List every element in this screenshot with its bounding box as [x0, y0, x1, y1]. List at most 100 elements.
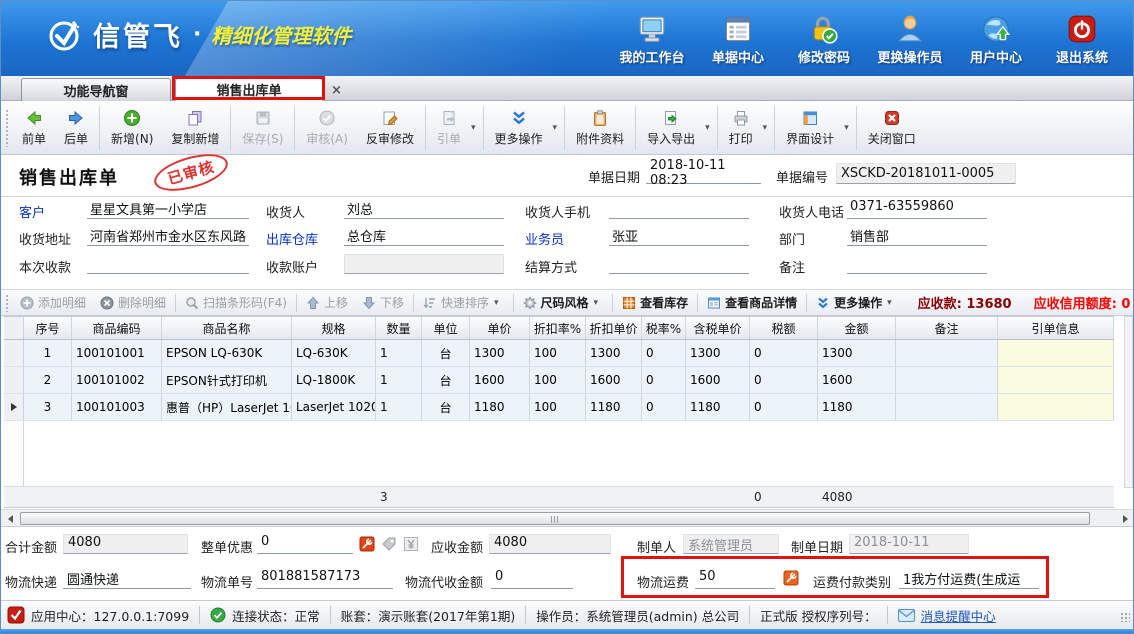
- scroll-left-arrow[interactable]: [2, 511, 19, 526]
- scan-barcode-button[interactable]: 扫描条形码(F4): [178, 290, 294, 315]
- address-label: 收货地址: [19, 229, 71, 248]
- banner-action-switch-operator[interactable]: 更换操作员: [867, 9, 953, 66]
- chevron-down-icon[interactable]: ▾: [843, 123, 854, 133]
- horizontal-scrollbar[interactable]: [1, 509, 1134, 527]
- doc-date-field[interactable]: 2018-10-11 08:23: [646, 163, 761, 184]
- chevron-down-icon: ▾: [493, 298, 504, 308]
- status-account-set: 账套：演示账套(2017年第1期): [341, 606, 516, 625]
- mobile-field[interactable]: [609, 199, 749, 219]
- view-stock-button[interactable]: 查看库存: [615, 290, 695, 315]
- col-header[interactable]: 税额: [750, 317, 818, 339]
- chevron-down-icon[interactable]: ▾: [762, 123, 773, 133]
- customer-field[interactable]: 星星文具第一小学店: [87, 199, 249, 219]
- next-doc-button[interactable]: 后单: [55, 104, 97, 152]
- attachments-button[interactable]: 附件资料: [567, 104, 633, 152]
- banner-action-workbench[interactable]: 我的工作台: [609, 9, 695, 66]
- chevron-down-icon[interactable]: ▾: [552, 123, 563, 133]
- delete-detail-button[interactable]: 删除明细: [93, 290, 173, 315]
- banner-action-user-center[interactable]: 用户中心: [953, 9, 1039, 66]
- table-row[interactable]: 2 100101002 EPSON针式打印机 LQ-1800K 1 台 1600…: [4, 367, 1114, 394]
- address-field[interactable]: 河南省郑州市金水区东风路: [87, 226, 249, 246]
- col-header[interactable]: 税率%: [642, 317, 686, 339]
- col-header[interactable]: 含税单价: [686, 317, 750, 339]
- col-header[interactable]: 序号: [24, 317, 72, 339]
- col-header[interactable]: 商品编码: [72, 317, 162, 339]
- customer-label[interactable]: 客户: [19, 202, 45, 221]
- phone-field[interactable]: 0371-63559860: [847, 199, 987, 219]
- salesman-label[interactable]: 业务员: [525, 229, 564, 248]
- quick-sort-button[interactable]: 快速排序 ▾: [416, 290, 511, 315]
- table-row-current[interactable]: 3 100101003 惠普（HP）LaserJet 1020 LaserJet…: [4, 394, 1114, 421]
- order-discount-field[interactable]: 0: [257, 534, 353, 554]
- header-form: 客户 星星文具第一小学店 收货人 刘总 收货人手机 收货人电话 0371-635…: [1, 197, 1133, 289]
- payment-field[interactable]: [87, 254, 249, 274]
- save-button[interactable]: 保存(S): [233, 104, 292, 152]
- move-down-button[interactable]: 下移: [355, 290, 411, 315]
- unaudit-edit-button[interactable]: 反审修改: [357, 104, 423, 152]
- audit-button[interactable]: 审核(A): [297, 104, 357, 152]
- banner-action-document-center[interactable]: 单据中心: [695, 9, 781, 66]
- col-header[interactable]: 折扣单价: [586, 317, 642, 339]
- tab-close-button[interactable]: ×: [328, 82, 345, 98]
- grid-more-operations-button[interactable]: 更多操作 ▾: [809, 290, 904, 315]
- price-tag-icon[interactable]: [381, 536, 397, 552]
- tracking-field[interactable]: 801881587173: [257, 569, 393, 589]
- remark-field[interactable]: [847, 254, 987, 274]
- resize-grip[interactable]: [1120, 612, 1130, 622]
- col-header[interactable]: 单价: [470, 317, 530, 339]
- col-header[interactable]: 规格: [292, 317, 376, 339]
- scrollbar-thumb[interactable]: [20, 512, 1090, 525]
- pull-doc-button[interactable]: 引单: [428, 104, 470, 152]
- freight-type-field[interactable]: 1我方付运费(生成运: [899, 569, 1039, 589]
- view-product-detail-button[interactable]: 查看商品详情: [700, 290, 804, 315]
- ui-design-button[interactable]: 界面设计: [777, 104, 843, 152]
- freight-field[interactable]: 50: [695, 569, 775, 589]
- import-export-button[interactable]: 导入导出: [638, 104, 704, 152]
- table-row[interactable]: 1 100101001 EPSON LQ-630K LQ-630K 1 台 13…: [4, 340, 1114, 367]
- discount-tool-icon[interactable]: [359, 536, 375, 552]
- cod-field[interactable]: 0: [491, 569, 573, 589]
- col-header[interactable]: 引单信息: [998, 317, 1114, 339]
- settle-field[interactable]: [609, 254, 749, 274]
- col-header[interactable]: 备注: [896, 317, 998, 339]
- express-field[interactable]: 圆通快递: [63, 569, 191, 589]
- yen-box-icon[interactable]: [403, 536, 419, 552]
- add-new-button[interactable]: 新增(N): [102, 104, 162, 152]
- vertical-scrollbar[interactable]: [1124, 316, 1133, 488]
- size-style-button[interactable]: 尺码风格 ▾: [516, 290, 611, 315]
- total-amount-label: 合计金额: [5, 537, 57, 556]
- warehouse-field[interactable]: 总仓库: [344, 226, 504, 246]
- banner-action-change-password[interactable]: 修改密码: [781, 9, 867, 66]
- window-bottom-edge: [1, 629, 1133, 633]
- chevron-down-icon[interactable]: ▾: [704, 123, 715, 133]
- page-title: 销售出库单: [19, 164, 119, 190]
- col-header[interactable]: 数量: [376, 317, 422, 339]
- banner-action-exit-system[interactable]: 退出系统: [1039, 9, 1125, 66]
- grid-toolbar-grip: [5, 294, 10, 312]
- prev-doc-button[interactable]: 前单: [13, 104, 55, 152]
- chevron-down-icon[interactable]: ▾: [470, 123, 481, 133]
- col-header[interactable]: 折扣率%: [530, 317, 586, 339]
- row-selector: [4, 340, 24, 366]
- copy-add-button[interactable]: 复制新增: [162, 104, 228, 152]
- tab-function-nav[interactable]: 功能导航窗: [21, 78, 171, 101]
- print-button[interactable]: 打印: [720, 104, 762, 152]
- more-operations-button[interactable]: 更多操作: [486, 104, 552, 152]
- scroll-right-arrow[interactable]: [1117, 511, 1134, 526]
- move-up-button[interactable]: 上移: [299, 290, 355, 315]
- close-window-button[interactable]: 关闭窗口: [859, 104, 925, 152]
- printer-icon: [732, 109, 750, 127]
- tab-sales-outbound[interactable]: 销售出库单: [175, 78, 323, 101]
- col-header[interactable]: 商品名称: [162, 317, 292, 339]
- dept-field[interactable]: 销售部: [847, 226, 987, 246]
- add-detail-button[interactable]: 添加明细: [13, 290, 93, 315]
- salesman-field[interactable]: 张亚: [609, 226, 749, 246]
- freight-tool-icon[interactable]: [783, 570, 799, 586]
- status-message-center[interactable]: 消息提醒中心: [898, 606, 996, 625]
- warehouse-label[interactable]: 出库仓库: [266, 229, 318, 248]
- col-header[interactable]: 金额: [818, 317, 896, 339]
- plus-circle-icon: [20, 296, 34, 310]
- consignee-field[interactable]: 刘总: [344, 199, 504, 219]
- col-header[interactable]: 单位: [422, 317, 470, 339]
- doc-date-label: 单据日期: [588, 167, 640, 186]
